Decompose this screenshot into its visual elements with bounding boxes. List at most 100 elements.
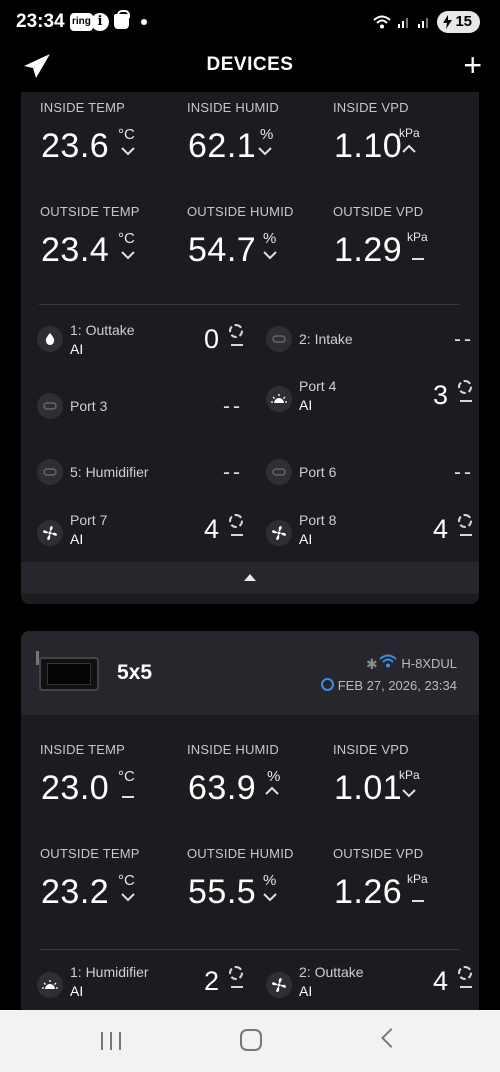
metric-label: INSIDE HUMID [187, 742, 279, 757]
port-6[interactable]: Port 6 -- [266, 455, 476, 495]
port-3[interactable]: Port 3 -- [37, 389, 247, 429]
inside-temp-metric[interactable]: INSIDE TEMP 23.6 °C [40, 100, 180, 165]
level-dash-icon [231, 534, 243, 536]
inside-humid-metric[interactable]: INSIDE HUMID 63.9 % [187, 742, 327, 807]
outside-humid-metric[interactable]: OUTSIDE HUMID 54.7 % [187, 204, 327, 269]
trend-up-icon [402, 144, 416, 153]
disconnected-icon [37, 393, 63, 419]
port-2[interactable]: 2: Intake -- [266, 322, 476, 362]
divider [39, 304, 459, 305]
metric-value: 63.9 [188, 769, 257, 807]
trend-down-icon [121, 893, 135, 902]
port-4[interactable]: Port 4 AI 3 [266, 378, 476, 418]
metric-label: INSIDE HUMID [187, 100, 279, 115]
grow-light-icon [266, 386, 292, 412]
wifi-connected-icon [379, 654, 397, 668]
port-level: 2 [203, 966, 219, 996]
system-nav-bar [0, 1010, 500, 1072]
metric-value: 54.7 [188, 231, 257, 269]
metric-value: 23.6 [41, 127, 110, 165]
app-header: DEVICES + [0, 44, 500, 92]
trend-down-icon [263, 893, 277, 902]
outside-temp-metric[interactable]: OUTSIDE TEMP 23.2 °C [40, 846, 180, 911]
metric-unit: % [267, 768, 281, 785]
trend-down-icon [402, 789, 416, 798]
port-name: Port 4 [299, 378, 337, 394]
port-level: 0 [203, 324, 219, 354]
inside-vpd-metric[interactable]: INSIDE VPD 1.10 kPa [333, 100, 473, 165]
port-name: Port 7 [70, 512, 108, 528]
fan-icon [266, 520, 292, 546]
device-card-header[interactable]: 5x5 ✱ H-8XDUL FEB 27, 2026, 23:34 [21, 631, 479, 715]
level-dial-icon [458, 514, 472, 528]
recents-button[interactable] [101, 1032, 123, 1050]
metric-unit: °C [118, 230, 135, 247]
level-dash-icon [231, 344, 243, 346]
port-level: -- [454, 328, 474, 351]
back-button[interactable] [381, 1028, 401, 1048]
metric-value: 23.2 [41, 873, 110, 911]
signal-icon-2 [418, 18, 429, 28]
status-bar: 23:34 ring i 15 [0, 0, 500, 44]
device-list[interactable]: INSIDE TEMP 23.6 °C INSIDE HUMID 62.1 % … [0, 92, 500, 1010]
metric-value: 1.29 [334, 231, 403, 269]
port-8[interactable]: Port 8 AI 4 [266, 512, 476, 552]
outside-temp-metric[interactable]: OUTSIDE TEMP 23.4 °C [40, 204, 180, 269]
trend-down-icon [263, 251, 277, 260]
status-time: 23:34 [16, 11, 65, 32]
status-right-group: 15 [373, 11, 480, 33]
battery-level: 15 [455, 13, 472, 30]
metric-value: 23.4 [41, 231, 110, 269]
port-level: 4 [203, 514, 219, 544]
fan-icon [37, 520, 63, 546]
metric-label: INSIDE VPD [333, 742, 409, 757]
page-title: DEVICES [206, 54, 294, 75]
port-level: 3 [432, 380, 448, 410]
metric-unit: kPa [407, 872, 428, 886]
device-card-2: 5x5 ✱ H-8XDUL FEB 27, 2026, 23:34 INSIDE… [21, 631, 479, 1010]
outside-humid-metric[interactable]: OUTSIDE HUMID 55.5 % [187, 846, 327, 911]
port-level: -- [223, 461, 243, 484]
level-dash-icon [231, 986, 243, 988]
metric-unit: kPa [407, 230, 428, 244]
port-level: 4 [432, 966, 448, 996]
device-id: H-8XDUL [401, 656, 457, 671]
metric-value: 1.10 [334, 127, 403, 165]
metric-label: OUTSIDE HUMID [187, 846, 294, 861]
metric-unit: % [263, 230, 277, 247]
wifi-status-icon [373, 15, 391, 29]
divider [39, 949, 459, 950]
clock-icon [321, 678, 334, 691]
metric-label: INSIDE TEMP [40, 100, 126, 115]
port-1[interactable]: 1: Outtake AI 0 [37, 322, 247, 362]
level-dial-icon [229, 514, 243, 528]
metric-label: OUTSIDE VPD [333, 204, 424, 219]
metric-label: INSIDE VPD [333, 100, 409, 115]
level-dial-icon [458, 966, 472, 980]
port-2[interactable]: 2: Outtake AI 4 [266, 964, 476, 1004]
port-5[interactable]: 5: Humidifier -- [37, 455, 247, 495]
metric-value: 55.5 [188, 873, 257, 911]
metric-label: INSIDE TEMP [40, 742, 126, 757]
add-device-button[interactable]: + [463, 49, 482, 81]
fan-icon [266, 972, 292, 998]
port-7[interactable]: Port 7 AI 4 [37, 512, 247, 552]
port-1[interactable]: 1: Humidifier AI 2 [37, 964, 247, 1004]
inside-vpd-metric[interactable]: INSIDE VPD 1.01 kPa [333, 742, 473, 807]
port-name: Port 3 [70, 398, 108, 414]
metric-label: OUTSIDE TEMP [40, 204, 140, 219]
device-card-1: INSIDE TEMP 23.6 °C INSIDE HUMID 62.1 % … [21, 92, 479, 604]
port-name: 1: Outtake [70, 322, 135, 338]
port-name: 5: Humidifier [70, 464, 149, 480]
trend-flat-icon [412, 900, 424, 902]
home-button[interactable] [240, 1029, 262, 1051]
port-level: -- [454, 461, 474, 484]
outside-vpd-metric[interactable]: OUTSIDE VPD 1.26 kPa [333, 846, 473, 911]
inside-humid-metric[interactable]: INSIDE HUMID 62.1 % [187, 100, 327, 165]
port-name: Port 6 [299, 464, 337, 480]
collapse-ports-button[interactable] [21, 562, 479, 594]
port-mode: AI [70, 983, 84, 999]
inside-temp-metric[interactable]: INSIDE TEMP 23.0 °C [40, 742, 180, 807]
info-icon: i [91, 13, 109, 31]
outside-vpd-metric[interactable]: OUTSIDE VPD 1.29 kPa [333, 204, 473, 269]
